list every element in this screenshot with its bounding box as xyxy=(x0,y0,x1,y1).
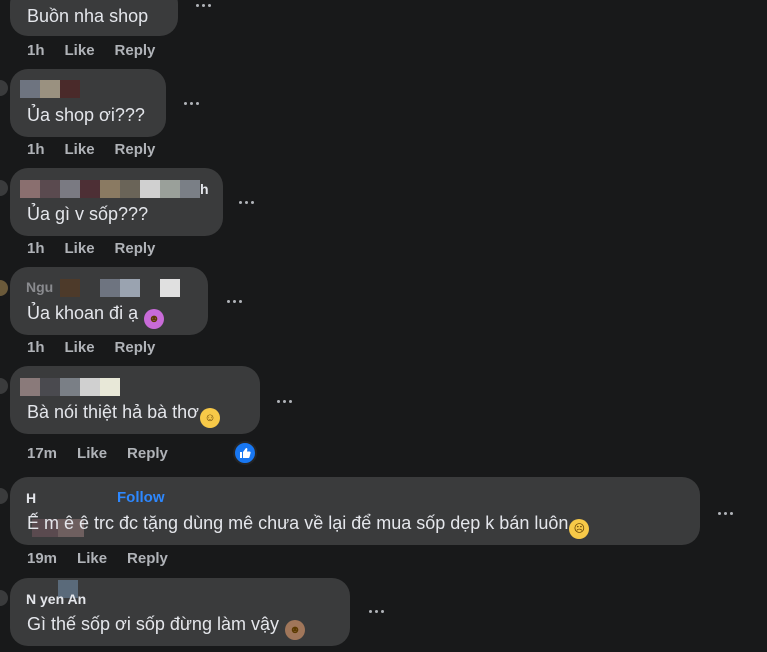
commenter-name[interactable]: Ngu xyxy=(26,279,53,295)
comment-meta: 1h Like Reply xyxy=(27,141,155,158)
like-button[interactable]: Like xyxy=(65,339,95,356)
more-options-icon[interactable] xyxy=(272,396,296,406)
reply-button[interactable]: Reply xyxy=(115,42,156,59)
like-button[interactable]: Like xyxy=(77,550,107,567)
like-button[interactable]: Like xyxy=(77,445,107,462)
comment-time[interactable]: 17m xyxy=(27,445,57,462)
comment-meta: 1h Like Reply xyxy=(27,339,155,356)
blurred-name xyxy=(60,279,180,297)
comment-time[interactable]: 1h xyxy=(27,141,45,158)
comment-meta: 1h Like Reply xyxy=(27,42,155,59)
comment-bubble: Buồn nha shop xyxy=(10,0,178,36)
reply-button[interactable]: Reply xyxy=(115,339,156,356)
avatar[interactable] xyxy=(0,80,8,96)
comment-time[interactable]: 1h xyxy=(27,42,45,59)
blurred-name xyxy=(20,80,80,98)
comment-time[interactable]: 1h xyxy=(27,240,45,257)
avatar[interactable] xyxy=(0,590,8,606)
avatar[interactable] xyxy=(0,378,8,394)
comment-bubble: N yen An Gì thế sốp ơi sốp đừng làm vậy … xyxy=(10,578,350,646)
blurred-name xyxy=(20,378,120,396)
crying-smile-icon: ☺ xyxy=(199,408,220,428)
comment-bubble: h Ủa gì v sốp??? xyxy=(10,168,223,236)
comment-meta: 17m Like Reply xyxy=(27,445,168,462)
comment-bubble: Ủa shop ơi??? xyxy=(10,69,166,137)
follow-button[interactable]: Follow xyxy=(117,489,165,506)
avatar[interactable] xyxy=(0,280,8,296)
comment-text: Ủa gì v sốp??? xyxy=(27,204,149,224)
commenter-name-fragment: h xyxy=(200,181,209,197)
comment-text: Gì thế sốp ơi sốp đừng làm vậy ☻ xyxy=(27,614,305,640)
monkey-face-icon: ☻ xyxy=(285,620,305,640)
comment-meta: 1h Like Reply xyxy=(27,240,155,257)
devil-face-icon: ☻ xyxy=(144,309,165,329)
avatar[interactable] xyxy=(0,488,8,504)
blurred-name xyxy=(20,180,200,198)
comment-time[interactable]: 1h xyxy=(27,339,45,356)
reply-button[interactable]: Reply xyxy=(127,550,168,567)
more-options-icon[interactable] xyxy=(713,508,737,518)
more-options-icon[interactable] xyxy=(364,606,388,616)
more-options-icon[interactable] xyxy=(179,98,203,108)
more-options-icon[interactable] xyxy=(191,0,215,10)
comment-meta: 19m Like Reply xyxy=(27,550,168,567)
comment-text: Bà nói thiệt hả bà thơ ☺ xyxy=(27,402,220,428)
like-button[interactable]: Like xyxy=(65,141,95,158)
reply-button[interactable]: Reply xyxy=(115,141,156,158)
comment-text: Ế m ê ê trc đc tặng dùng mê chưa về lại … xyxy=(27,513,590,539)
comment-text: Buồn nha shop xyxy=(27,6,149,26)
commenter-name[interactable]: H xyxy=(26,490,36,506)
comment-text: Ủa shop ơi??? xyxy=(27,105,145,125)
more-options-icon[interactable] xyxy=(222,296,246,306)
more-options-icon[interactable] xyxy=(234,197,258,207)
comment-text: Ủa khoan đi ạ ☻ xyxy=(27,303,165,329)
reply-button[interactable]: Reply xyxy=(115,240,156,257)
avatar[interactable] xyxy=(0,180,8,196)
reply-button[interactable]: Reply xyxy=(127,445,168,462)
eye-roll-face-icon: ☹ xyxy=(569,519,590,539)
like-button[interactable]: Like xyxy=(65,240,95,257)
comment-bubble: H Follow Ế m ê ê trc đc tặng dùng mê chư… xyxy=(10,477,700,545)
like-button[interactable]: Like xyxy=(65,42,95,59)
commenter-name[interactable]: N yen An xyxy=(26,591,86,607)
comment-bubble: Ngu Ủa khoan đi ạ ☻ xyxy=(10,267,208,335)
comment-bubble: Bà nói thiệt hả bà thơ ☺ xyxy=(10,366,260,434)
like-reaction-icon[interactable] xyxy=(233,441,257,465)
comment-time[interactable]: 19m xyxy=(27,550,57,567)
